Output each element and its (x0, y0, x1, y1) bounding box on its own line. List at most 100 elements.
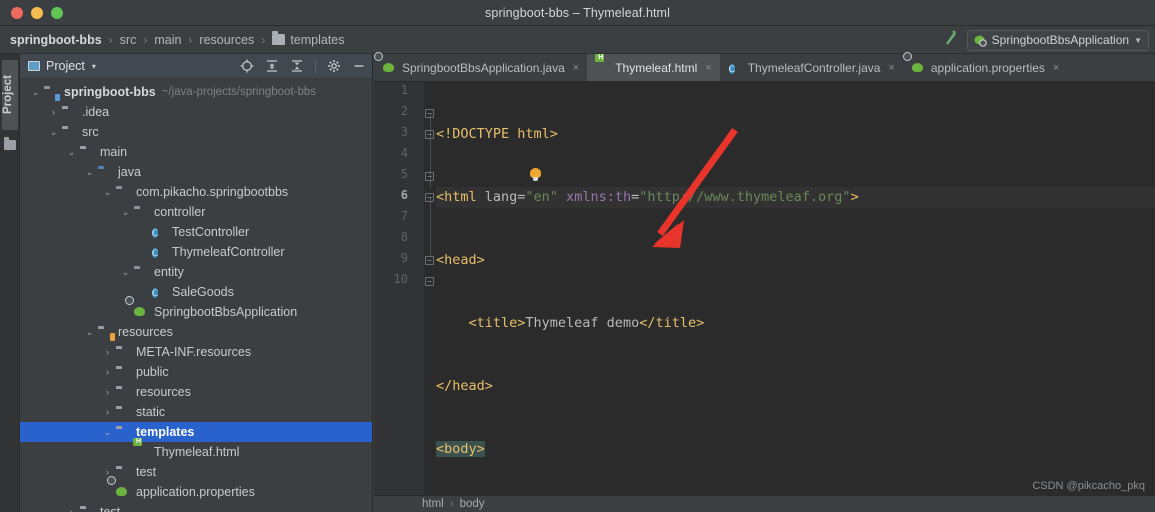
tree-item-entity[interactable]: ⌄ entity (20, 262, 372, 282)
breadcrumb-item-src[interactable]: src (120, 33, 137, 47)
tree-item-icon (62, 125, 77, 140)
tree-item-thymeleafcontroller[interactable]: C ThymeleafController (20, 242, 372, 262)
chevron-down-icon[interactable]: ⌄ (66, 147, 77, 158)
chevron-right-icon[interactable]: › (102, 407, 113, 418)
chevron-right-icon[interactable]: › (102, 347, 113, 358)
lightbulb-icon[interactable] (530, 168, 541, 182)
tree-item-label: test (100, 505, 121, 512)
chevron-down-icon[interactable]: ⌄ (102, 187, 113, 198)
code-token: <head> (436, 252, 485, 268)
chevron-down-icon[interactable]: ▾ (92, 62, 96, 71)
close-icon[interactable]: × (573, 62, 579, 74)
tree-item-icon (116, 465, 131, 480)
collapse-all-icon[interactable] (290, 59, 304, 73)
fold-collapse-icon[interactable]: − (425, 256, 434, 265)
tree-item-thymeleaf-html[interactable]: Thymeleaf.html (20, 442, 372, 462)
project-tree[interactable]: ⌄ springboot-bbs ~/java-projects/springboo… (20, 79, 372, 512)
chevron-right-icon[interactable]: › (48, 107, 59, 118)
tree-item-test[interactable]: › test (20, 462, 372, 482)
chevron-down-icon: ▼ (1134, 35, 1142, 45)
tree-item-icon (62, 105, 77, 120)
tree-item-templates[interactable]: ⌄ templates (20, 422, 372, 442)
breadcrumb-separator: › (108, 32, 113, 47)
close-icon[interactable]: × (888, 62, 894, 74)
breadcrumb-item-main[interactable]: main (154, 33, 181, 47)
breadcrumb-label: templates (290, 32, 345, 47)
code-token: <!DOCTYPE html> (436, 126, 558, 142)
tree-item-public[interactable]: › public (20, 362, 372, 382)
chevron-down-icon[interactable]: ⌄ (84, 167, 95, 178)
editor-tab-thymeleafcontroller-java[interactable]: C ThymeleafController.java × (720, 54, 903, 81)
editor-tab-thymeleaf-html[interactable]: Thymeleaf.html × (587, 54, 721, 81)
tree-item-springboot-bbs[interactable]: ⌄ springboot-bbs ~/java-projects/springboo… (20, 82, 372, 102)
editor-tab-springbootbbsapplication-java[interactable]: SpringbootBbsApplication.java × (374, 54, 587, 81)
chevron-down-icon[interactable]: ⌄ (120, 207, 131, 218)
chevron-down-icon[interactable]: ⌄ (48, 127, 59, 138)
chevron-right-icon[interactable]: › (102, 367, 113, 378)
breadcrumb-separator: › (143, 32, 148, 47)
tree-item-static[interactable]: › static (20, 402, 372, 422)
fold-collapse-icon[interactable]: − (425, 172, 434, 181)
tree-item-java[interactable]: ⌄ java (20, 162, 372, 182)
java-class-icon: C (152, 247, 159, 258)
code-token: <title> (436, 315, 526, 331)
close-icon[interactable]: × (705, 62, 711, 74)
code-content[interactable]: <!DOCTYPE html> <html lang="en" xmlns:th… (436, 82, 1155, 512)
chevron-down-icon[interactable]: ⌄ (120, 267, 131, 278)
editor-gutter[interactable]: 1 2 3 4 5 6 7 8 9 10 (374, 82, 424, 512)
fold-collapse-icon[interactable]: − (425, 130, 434, 139)
tree-item-controller[interactable]: ⌄ controller (20, 202, 372, 222)
chevron-right-icon[interactable]: › (66, 507, 77, 512)
tree-item-resources[interactable]: ⌄ resources (20, 322, 372, 342)
line-number: 9 (400, 251, 408, 265)
breadcrumb-body[interactable]: body (460, 498, 485, 510)
chevron-down-icon[interactable]: ⌄ (30, 87, 41, 98)
fold-collapse-icon[interactable]: − (425, 277, 434, 286)
gear-icon[interactable] (327, 59, 341, 73)
tree-item-application-properties[interactable]: application.properties (20, 482, 372, 502)
code-token: <body> (436, 441, 485, 457)
minimize-icon[interactable] (352, 59, 366, 73)
html-file-icon (596, 61, 609, 74)
fold-collapse-icon[interactable]: − (425, 109, 434, 118)
tree-item-resources[interactable]: › resources (20, 382, 372, 402)
expand-all-icon[interactable] (265, 59, 279, 73)
run-configuration-selector[interactable]: SpringbootBbsApplication ▼ (966, 29, 1149, 51)
editor-tab-application-properties[interactable]: application.properties × (903, 54, 1068, 81)
tree-item-idea[interactable]: › .idea (20, 102, 372, 122)
tree-item-src[interactable]: ⌄ src (20, 122, 372, 142)
tree-item-testcontroller[interactable]: C TestController (20, 222, 372, 242)
hammer-icon[interactable] (944, 30, 959, 50)
breadcrumb-item-project[interactable]: springboot-bbs (10, 33, 102, 47)
editor-area: SpringbootBbsApplication.java × Thymeleaf.… (374, 54, 1155, 512)
tree-item-com-pikacho-springbootbbs[interactable]: ⌄ com.pikacho.springbootbbs (20, 182, 372, 202)
breadcrumb-item-templates[interactable]: templates (272, 31, 345, 47)
close-icon[interactable]: × (1053, 62, 1059, 74)
tree-item-label: application.properties (136, 485, 255, 499)
tree-item-main[interactable]: ⌄ main (20, 142, 372, 162)
chevron-down-icon[interactable]: ⌄ (102, 427, 113, 438)
breadcrumb-html[interactable]: html (422, 498, 444, 510)
tree-item-springbootbbsapplication[interactable]: SpringbootBbsApplication (20, 302, 372, 322)
tree-item-label: test (136, 465, 157, 479)
fold-collapse-icon[interactable]: − (425, 193, 434, 202)
tree-item-test[interactable]: › test (20, 502, 372, 512)
tree-item-salegoods[interactable]: C SaleGoods (20, 282, 372, 302)
tree-item-label: entity (154, 265, 184, 279)
code-folding-column[interactable]: − − − − − − (424, 82, 436, 512)
chevron-right-icon[interactable]: › (102, 387, 113, 398)
line-number: 2 (400, 104, 408, 118)
tool-window-tab-project[interactable]: Project (2, 60, 18, 130)
line-number: 1 (400, 83, 408, 97)
locate-icon[interactable] (240, 59, 254, 73)
project-panel-header: Project ▾ (20, 54, 372, 79)
code-editor[interactable]: 1 2 3 4 5 6 7 8 9 10 − − − − − − <!DOCTY… (374, 82, 1155, 512)
chevron-down-icon[interactable]: ⌄ (84, 327, 95, 338)
tree-item-meta-inf-resources[interactable]: › META-INF.resources (20, 342, 372, 362)
tree-item-label: src (82, 125, 99, 139)
navbar-right-controls: SpringbootBbsApplication ▼ (944, 26, 1149, 54)
breadcrumb-item-resources[interactable]: resources (199, 33, 254, 47)
